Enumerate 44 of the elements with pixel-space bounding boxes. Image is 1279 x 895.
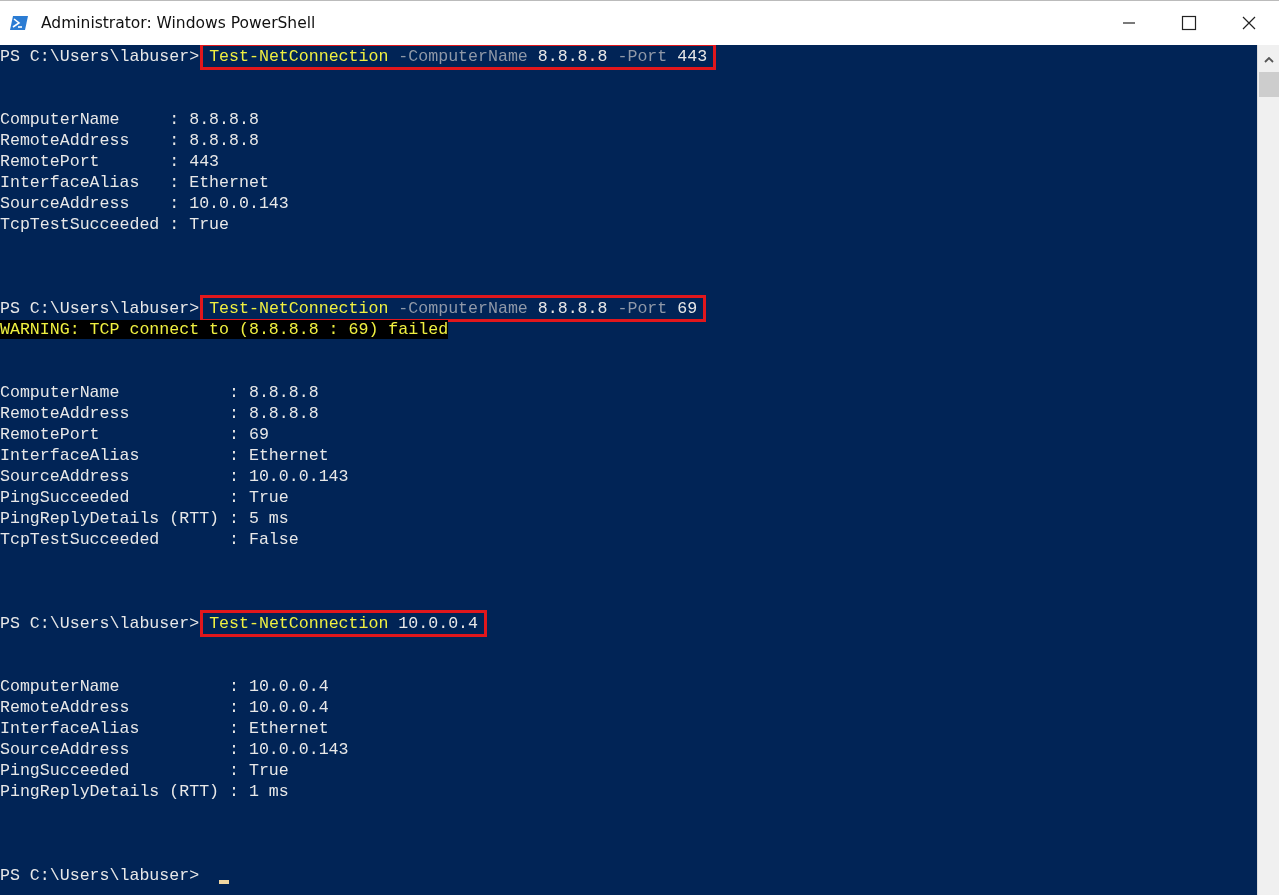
prompt-text: PS C:\Users\labuser> [0,614,200,633]
output-line: RemotePort : 69 [0,425,269,444]
scrollbar-thumb[interactable] [1258,72,1279,97]
argument-value: 8.8.8.8 [537,299,608,318]
argument-value: 69 [677,299,698,318]
cmdlet-name: Test-NetConnection [209,299,389,318]
argument-value: 443 [677,47,708,66]
output-line: PingReplyDetails (RTT) : 5 ms [0,509,289,528]
output-line: TcpTestSucceeded : True [0,215,230,234]
scrollbar[interactable] [1257,45,1279,895]
maximize-icon [1181,15,1197,31]
output-line: PingSucceeded : True [0,761,289,780]
output-line: RemoteAddress : 8.8.8.8 [0,404,319,423]
argument-value: 10.0.0.4 [398,614,479,633]
output-line: SourceAddress : 10.0.0.143 [0,194,289,213]
output-line: SourceAddress : 10.0.0.143 [0,740,349,759]
window-title: Administrator: Windows PowerShell [41,14,316,32]
parameter-name: -Port [617,299,668,318]
output-line: ComputerName : 8.8.8.8 [0,110,259,129]
prompt-text: PS C:\Users\labuser> [0,299,200,318]
output-line: RemotePort : 443 [0,152,220,171]
prompt-text: PS C:\Users\labuser> [0,47,200,66]
powershell-icon [10,16,28,30]
output-line: SourceAddress : 10.0.0.143 [0,467,349,486]
parameter-name: -ComputerName [398,299,528,318]
output-line: InterfaceAlias : Ethernet [0,446,329,465]
output-line: InterfaceAlias : Ethernet [0,173,269,192]
output-line: RemoteAddress : 10.0.0.4 [0,698,329,717]
output-line: RemoteAddress : 8.8.8.8 [0,131,259,150]
parameter-name: -Port [617,47,668,66]
parameter-name: -ComputerName [398,47,528,66]
cmdlet-name: Test-NetConnection [209,614,389,633]
argument-value: 8.8.8.8 [537,47,608,66]
output-line: PingSucceeded : True [0,488,289,507]
cmdlet-name: Test-NetConnection [209,47,389,66]
output-line: TcpTestSucceeded : False [0,530,299,549]
scroll-up-icon[interactable] [1263,57,1274,63]
output-line: ComputerName : 8.8.8.8 [0,383,319,402]
minimize-icon [1123,22,1135,24]
prompt-text: PS C:\Users\labuser> [0,866,200,885]
output-line: PingReplyDetails (RTT) : 1 ms [0,782,289,801]
output-line: ComputerName : 10.0.0.4 [0,677,329,696]
close-icon [1241,15,1257,31]
output-line: InterfaceAlias : Ethernet [0,719,329,738]
